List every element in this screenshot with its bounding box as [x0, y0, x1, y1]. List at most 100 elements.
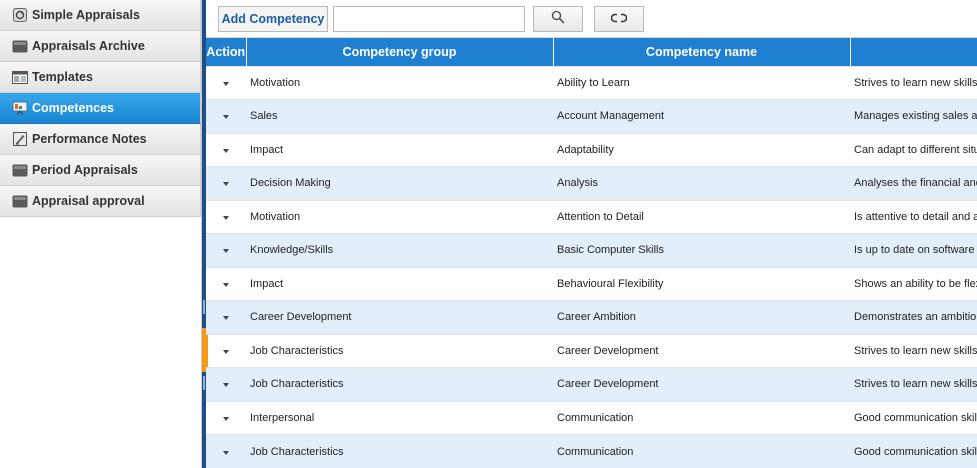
- description-cell: Analyses the financial and: [850, 166, 977, 200]
- sidebar-item-label: Appraisals Archive: [32, 39, 145, 53]
- dropdown-caret-icon[interactable]: [223, 148, 229, 153]
- competency-group-cell: Sales: [246, 99, 553, 133]
- sidebar-item-label: Templates: [32, 70, 93, 84]
- action-cell[interactable]: [206, 400, 246, 435]
- sidebar-item-label: Simple Appraisals: [32, 8, 140, 22]
- column-header-competency-name[interactable]: Competency name: [553, 38, 851, 66]
- folder-icon: [12, 163, 28, 177]
- dropdown-caret-icon[interactable]: [223, 115, 229, 120]
- description-cell: Manages existing sales ac: [850, 99, 977, 133]
- column-header-competency-group[interactable]: Competency group: [246, 38, 554, 66]
- action-cell[interactable]: [206, 367, 246, 401]
- competency-name-cell: Attention to Detail: [553, 199, 850, 234]
- competency-name-cell: Communication: [553, 400, 850, 435]
- sidebar-item-competences[interactable]: Competences: [0, 93, 201, 124]
- dropdown-caret-icon[interactable]: [223, 416, 229, 421]
- table-row[interactable]: Job Characteristics Communication Good c…: [206, 434, 977, 468]
- sidebar-item-appraisal-approval[interactable]: Appraisal approval: [0, 186, 201, 217]
- competency-group-cell: Career Development: [246, 300, 553, 334]
- sidebar-item-period-appraisals[interactable]: Period Appraisals: [0, 155, 201, 186]
- competency-name-cell: Basic Computer Skills: [553, 233, 850, 267]
- dropdown-caret-icon[interactable]: [223, 349, 229, 354]
- competency-group-cell: Job Characteristics: [246, 434, 553, 468]
- dropdown-caret-icon[interactable]: [223, 383, 229, 388]
- template-icon: [12, 70, 28, 84]
- search-button[interactable]: [533, 6, 583, 32]
- dropdown-caret-icon[interactable]: [223, 81, 229, 86]
- competency-name-cell: Communication: [553, 434, 850, 468]
- folder-icon: [12, 39, 28, 53]
- competency-group-cell: Knowledge/Skills: [246, 233, 553, 267]
- table-row[interactable]: Impact Behavioural Flexibility Shows an …: [206, 266, 977, 301]
- dropdown-caret-icon[interactable]: [223, 249, 229, 254]
- app-window: Simple Appraisals Appraisals Archive Tem…: [0, 0, 977, 468]
- competency-group-cell: Job Characteristics: [246, 333, 553, 368]
- folder-icon: [12, 194, 28, 208]
- dropdown-caret-icon[interactable]: [223, 316, 229, 321]
- dropdown-caret-icon[interactable]: [223, 450, 229, 455]
- table-row[interactable]: Decision Making Analysis Analyses the fi…: [206, 166, 977, 200]
- note-icon: [12, 132, 28, 146]
- column-header-description[interactable]: [850, 38, 977, 66]
- competency-group-cell: Impact: [246, 266, 553, 301]
- description-cell: Good communication skills: [850, 400, 977, 435]
- competency-group-cell: Impact: [246, 132, 553, 167]
- sidebar-item-templates[interactable]: Templates: [0, 62, 201, 93]
- dropdown-caret-icon[interactable]: [223, 282, 229, 287]
- competency-group-cell: Decision Making: [246, 166, 553, 200]
- competency-name-cell: Ability to Learn: [553, 65, 850, 100]
- competency-name-cell: Adaptability: [553, 132, 850, 167]
- action-cell[interactable]: [206, 166, 246, 200]
- sidebar: Simple Appraisals Appraisals Archive Tem…: [0, 0, 202, 468]
- action-cell[interactable]: [206, 99, 246, 133]
- table-row[interactable]: Motivation Attention to Detail Is attent…: [206, 199, 977, 234]
- magnifier-icon: [551, 10, 565, 29]
- table-row[interactable]: Job Characteristics Career Development S…: [206, 367, 977, 401]
- column-header-action[interactable]: Action: [206, 38, 247, 66]
- competency-group-cell: Interpersonal: [246, 400, 553, 435]
- table-row[interactable]: Impact Adaptability Can adapt to differe…: [206, 132, 977, 167]
- sidebar-item-performance-notes[interactable]: Performance Notes: [0, 124, 201, 155]
- sidebar-item-label: Performance Notes: [32, 132, 147, 146]
- competency-name-cell: Behavioural Flexibility: [553, 266, 850, 301]
- reset-filter-button[interactable]: [594, 6, 644, 32]
- action-cell[interactable]: [206, 199, 246, 234]
- toolbar: Add Competency: [206, 0, 977, 38]
- action-cell[interactable]: [206, 266, 246, 301]
- table-row[interactable]: Sales Account Management Manages existin…: [206, 99, 977, 133]
- table-header-row: Action Competency group Competency name: [206, 38, 977, 66]
- description-cell: Can adapt to different situ: [850, 132, 977, 167]
- competency-table: Action Competency group Competency name …: [206, 38, 977, 468]
- search-input[interactable]: [333, 6, 525, 32]
- add-competency-button[interactable]: Add Competency: [218, 6, 328, 32]
- table-row[interactable]: Career Development Career Ambition Demon…: [206, 300, 977, 334]
- sidebar-item-label: Competences: [32, 101, 114, 115]
- sidebar-item-simple-appraisals[interactable]: Simple Appraisals: [0, 0, 201, 31]
- table-row[interactable]: Job Characteristics Career Development S…: [206, 333, 977, 368]
- competency-group-cell: Motivation: [246, 65, 553, 100]
- presentation-icon: [12, 101, 28, 115]
- link-reset-icon: [610, 10, 628, 28]
- description-cell: Strives to learn new skills: [850, 367, 977, 401]
- description-cell: Is up to date on software p: [850, 233, 977, 267]
- competency-name-cell: Career Ambition: [553, 300, 850, 334]
- action-cell[interactable]: [206, 300, 246, 334]
- action-cell[interactable]: [206, 434, 246, 468]
- description-cell: Strives to learn new skills: [850, 65, 977, 100]
- dropdown-caret-icon[interactable]: [223, 215, 229, 220]
- table-row[interactable]: Interpersonal Communication Good communi…: [206, 400, 977, 435]
- splitter-grip-mark: [203, 376, 205, 390]
- description-cell: Is attentive to detail and ac: [850, 199, 977, 234]
- table-row[interactable]: Knowledge/Skills Basic Computer Skills I…: [206, 233, 977, 267]
- dropdown-caret-icon[interactable]: [223, 182, 229, 187]
- sidebar-item-appraisals-archive[interactable]: Appraisals Archive: [0, 31, 201, 62]
- competency-group-cell: Job Characteristics: [246, 367, 553, 401]
- action-cell[interactable]: [206, 65, 246, 100]
- action-cell[interactable]: [206, 132, 246, 167]
- competency-name-cell: Career Development: [553, 333, 850, 368]
- competency-name-cell: Career Development: [553, 367, 850, 401]
- action-cell[interactable]: [206, 333, 246, 368]
- sidebar-item-label: Appraisal approval: [32, 194, 145, 208]
- action-cell[interactable]: [206, 233, 246, 267]
- table-row[interactable]: Motivation Ability to Learn Strives to l…: [206, 65, 977, 100]
